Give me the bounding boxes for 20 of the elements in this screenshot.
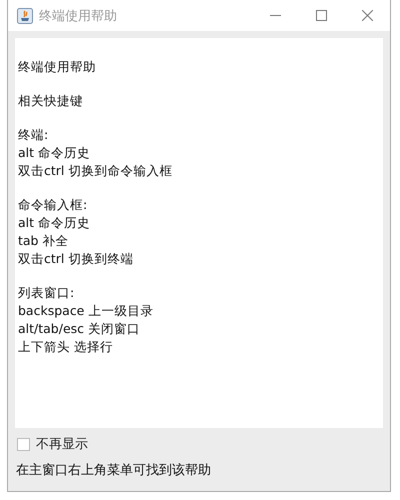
help-line: 上下箭头 选择行: [18, 338, 114, 356]
help-line: alt/tab/esc 关闭窗口: [18, 320, 142, 338]
checkbox-label: 不再显示: [36, 436, 88, 453]
help-line: 相关快捷键: [18, 92, 84, 110]
window-title: 终端使用帮助: [39, 8, 118, 24]
help-line: 终端:: [18, 126, 50, 144]
help-line: 终端使用帮助: [18, 58, 97, 76]
help-line: 列表窗口:: [18, 284, 76, 302]
cup-icon: [17, 8, 33, 24]
help-line: tab 补全: [18, 232, 70, 250]
help-line: 双击ctrl 切换到命令输入框: [18, 162, 174, 180]
help-line: alt 命令历史: [18, 144, 92, 162]
help-line: 命令输入框:: [18, 196, 88, 214]
close-icon[interactable]: [362, 10, 372, 21]
help-line: backspace 上一级目录: [18, 302, 154, 320]
help-line: 双击ctrl 切换到终端: [18, 250, 134, 268]
checkbox[interactable]: [17, 438, 30, 450]
footer-note: 在主窗口右上角菜单可找到该帮助: [16, 462, 212, 479]
maximize-icon[interactable]: [316, 10, 326, 21]
help-line: alt 命令历史: [18, 214, 92, 232]
